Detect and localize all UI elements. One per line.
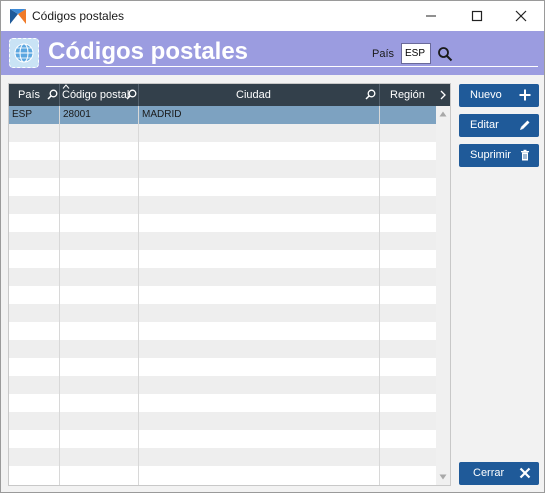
empty-row[interactable] bbox=[9, 142, 436, 160]
column-header-codigo[interactable]: Código postal bbox=[60, 84, 138, 106]
edit-button[interactable]: Editar bbox=[459, 114, 539, 137]
maximize-button[interactable] bbox=[454, 1, 500, 31]
empty-row[interactable] bbox=[9, 412, 436, 430]
search-icon[interactable] bbox=[437, 46, 453, 62]
edit-button-label: Editar bbox=[470, 119, 499, 131]
empty-row[interactable] bbox=[9, 376, 436, 394]
chevron-right-icon bbox=[440, 90, 446, 100]
column-gridline bbox=[59, 106, 60, 485]
empty-row[interactable] bbox=[9, 358, 436, 376]
empty-row[interactable] bbox=[9, 178, 436, 196]
empty-row[interactable] bbox=[9, 232, 436, 250]
page-title: Códigos postales bbox=[48, 38, 249, 65]
new-button[interactable]: Nuevo bbox=[459, 84, 539, 107]
empty-row[interactable] bbox=[9, 250, 436, 268]
scroll-up-icon[interactable] bbox=[439, 111, 447, 117]
scroll-columns-right-button[interactable] bbox=[436, 84, 450, 106]
column-header-ciudad[interactable]: Ciudad bbox=[139, 84, 379, 106]
delete-button[interactable]: Suprimir bbox=[459, 144, 539, 167]
globe-stamp-icon bbox=[9, 38, 39, 68]
column-label-pais: País bbox=[18, 89, 41, 101]
column-gridline bbox=[138, 106, 139, 485]
empty-row[interactable] bbox=[9, 160, 436, 178]
cell-ciudad: MADRID bbox=[142, 109, 182, 120]
empty-row[interactable] bbox=[9, 304, 436, 322]
maximize-icon bbox=[471, 10, 483, 22]
empty-row[interactable] bbox=[9, 286, 436, 304]
header-divider bbox=[46, 66, 538, 67]
title-bar[interactable]: Códigos postales bbox=[1, 1, 544, 31]
table-header: País Código postal Ciudad Región bbox=[9, 84, 450, 106]
empty-row[interactable] bbox=[9, 196, 436, 214]
table-row[interactable]: ESP 28001 MADRID bbox=[9, 106, 436, 124]
empty-row[interactable] bbox=[9, 430, 436, 448]
close-icon bbox=[515, 10, 527, 22]
search-icon[interactable] bbox=[47, 89, 58, 100]
country-filter-label: País bbox=[372, 48, 395, 60]
scroll-down-icon[interactable] bbox=[439, 474, 447, 480]
empty-row[interactable] bbox=[9, 124, 436, 142]
empty-row[interactable] bbox=[9, 268, 436, 286]
minimize-icon bbox=[426, 15, 436, 17]
app-window: Códigos postales Códigos postales País E… bbox=[0, 0, 545, 493]
search-icon[interactable] bbox=[126, 89, 137, 100]
column-header-region[interactable]: Región bbox=[380, 84, 436, 106]
empty-row[interactable] bbox=[9, 340, 436, 358]
close-button-label: Cerrar bbox=[473, 467, 505, 479]
cell-pais: ESP bbox=[12, 109, 33, 120]
new-button-label: Nuevo bbox=[470, 89, 502, 101]
column-label-codigo: Código postal bbox=[62, 89, 130, 101]
column-label-region: Región bbox=[390, 89, 425, 101]
close-window-button[interactable] bbox=[498, 1, 544, 31]
vertical-scrollbar[interactable] bbox=[436, 106, 450, 485]
window-title: Códigos postales bbox=[32, 9, 125, 23]
pencil-icon bbox=[520, 120, 530, 130]
cell-region bbox=[380, 106, 436, 124]
cell-codigo: 28001 bbox=[63, 109, 91, 120]
column-label-ciudad: Ciudad bbox=[236, 89, 271, 101]
table-body: ESP 28001 MADRID bbox=[9, 106, 436, 485]
page-header: Códigos postales País bbox=[1, 31, 544, 75]
country-filter-input[interactable] bbox=[401, 43, 431, 64]
empty-row[interactable] bbox=[9, 322, 436, 340]
search-icon[interactable] bbox=[365, 89, 376, 100]
empty-row[interactable] bbox=[9, 448, 436, 466]
minimize-button[interactable] bbox=[408, 1, 454, 31]
delete-button-label: Suprimir bbox=[470, 149, 511, 161]
postal-codes-table[interactable]: País Código postal Ciudad Región ESP 280… bbox=[8, 83, 451, 486]
app-logo-icon bbox=[10, 9, 26, 24]
empty-row[interactable] bbox=[9, 466, 436, 484]
empty-row[interactable] bbox=[9, 214, 436, 232]
trash-icon bbox=[521, 149, 529, 161]
plus-icon bbox=[519, 89, 531, 101]
empty-row[interactable] bbox=[9, 394, 436, 412]
column-header-pais[interactable]: País bbox=[9, 84, 59, 106]
column-gridline bbox=[379, 106, 380, 485]
close-x-icon bbox=[519, 467, 531, 479]
close-button[interactable]: Cerrar bbox=[459, 462, 539, 485]
